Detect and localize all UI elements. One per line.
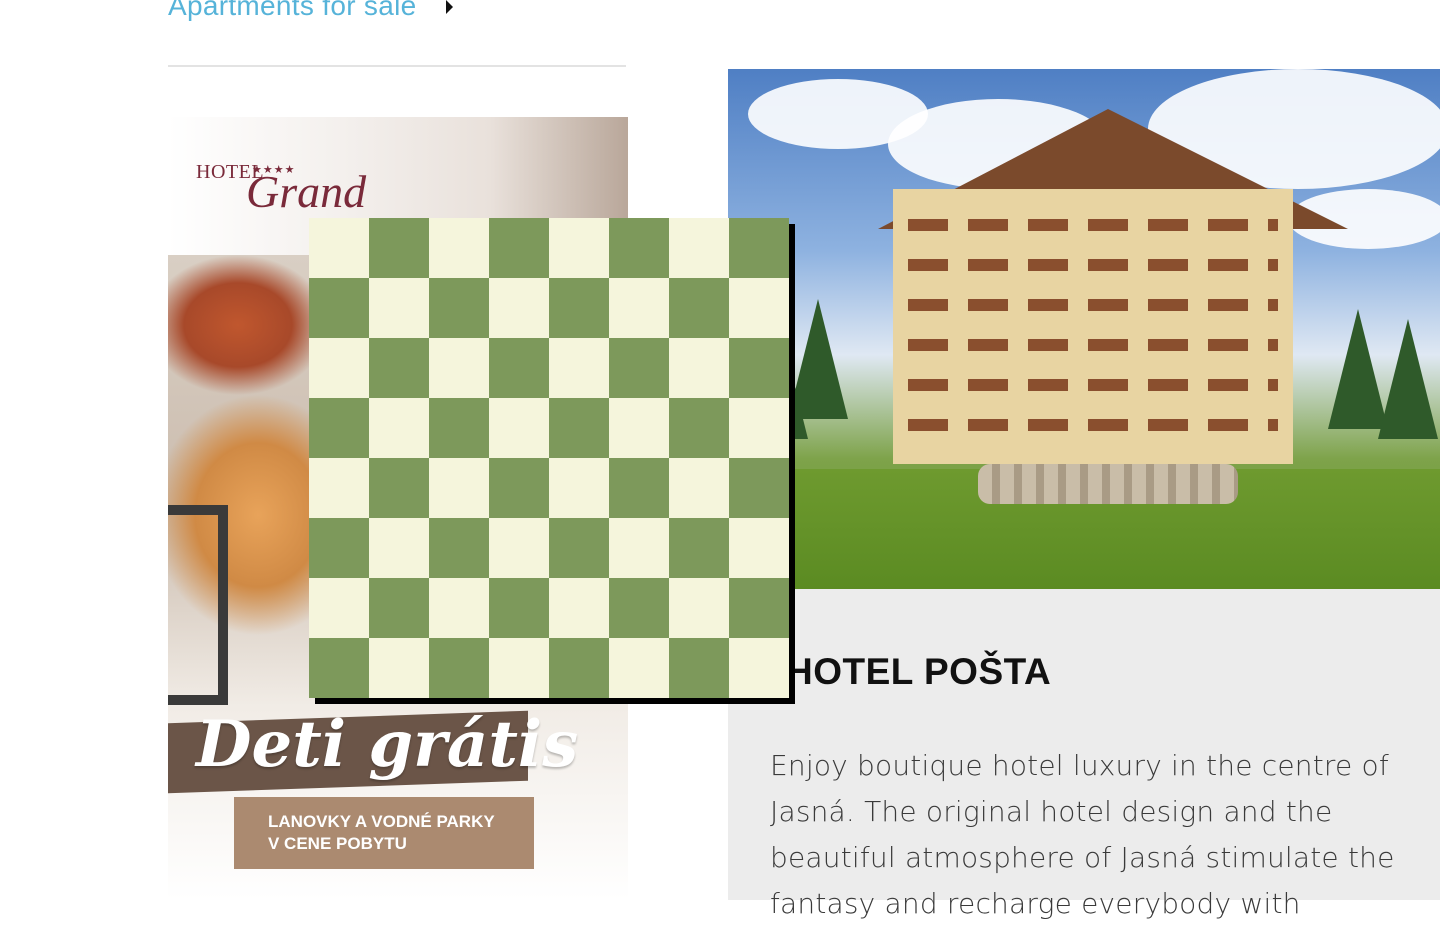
board-square [729, 338, 789, 398]
board-square [309, 218, 369, 278]
caret-right-icon [446, 0, 454, 14]
board-square [369, 338, 429, 398]
board-square [729, 578, 789, 638]
board-square [369, 578, 429, 638]
board-square [669, 338, 729, 398]
board-square [369, 278, 429, 338]
board-square [429, 398, 489, 458]
board-square [549, 578, 609, 638]
board-square [309, 578, 369, 638]
board-square [609, 218, 669, 278]
board-square [429, 218, 489, 278]
board-square [669, 578, 729, 638]
board-square [669, 278, 729, 338]
board-square [429, 278, 489, 338]
board-square [609, 578, 669, 638]
board-square [489, 518, 549, 578]
board-square [669, 638, 729, 698]
board-square [489, 338, 549, 398]
board-square [309, 638, 369, 698]
board-square [489, 218, 549, 278]
board-square [729, 638, 789, 698]
apartments-for-sale-link[interactable]: Apartments for sale [168, 0, 454, 22]
hotel-photo [728, 69, 1440, 589]
nav-divider [168, 65, 626, 67]
board-square [489, 458, 549, 518]
headboard [168, 505, 228, 705]
board-square [369, 218, 429, 278]
board-square [609, 518, 669, 578]
board-square [609, 638, 669, 698]
board-square [669, 218, 729, 278]
board-square [369, 638, 429, 698]
board-square [669, 518, 729, 578]
hotel-grand-logo: HOTEL ★★★★ Grand [196, 155, 366, 225]
logo-name: Grand [246, 166, 367, 217]
board-square [549, 458, 609, 518]
board-square [609, 398, 669, 458]
board-square [549, 278, 609, 338]
board-square [309, 398, 369, 458]
board-square [429, 638, 489, 698]
promo-headline: Deti grátis [196, 707, 579, 782]
board-square [489, 278, 549, 338]
board-square [729, 398, 789, 458]
board-square [309, 518, 369, 578]
promo-subline: LANOVKY A VODNÉ PARKY V CENE POBYTU [268, 811, 495, 855]
board-square [549, 338, 609, 398]
board-square [369, 398, 429, 458]
board-square [309, 278, 369, 338]
board-square [309, 458, 369, 518]
promo-subline-1: LANOVKY A VODNÉ PARKY [268, 812, 495, 831]
board-square [549, 638, 609, 698]
board-square [429, 578, 489, 638]
board-square [609, 458, 669, 518]
hotel-description: Enjoy boutique hotel luxury in the centr… [770, 749, 1395, 920]
promo-subline-2: V CENE POBYTU [268, 834, 407, 853]
board-square [369, 518, 429, 578]
board-square [609, 338, 669, 398]
board-square [549, 398, 609, 458]
board-square [309, 338, 369, 398]
hotel-card[interactable]: HOTEL POŠTA Enjoy boutique hotel luxury … [728, 69, 1440, 920]
board-square [429, 338, 489, 398]
board-square [549, 518, 609, 578]
board-square [729, 218, 789, 278]
checkerboard [309, 218, 789, 698]
board-square [729, 278, 789, 338]
board-square [429, 518, 489, 578]
board-square [369, 458, 429, 518]
board-square [489, 578, 549, 638]
apartments-for-sale-label: Apartments for sale [168, 0, 417, 21]
board-square [669, 458, 729, 518]
board-square [669, 398, 729, 458]
hotel-title: HOTEL POŠTA [786, 651, 1052, 692]
board-square [549, 218, 609, 278]
board-square [489, 398, 549, 458]
board-square [429, 458, 489, 518]
board-square [729, 518, 789, 578]
board-square [729, 458, 789, 518]
board-square [609, 278, 669, 338]
board-square [489, 638, 549, 698]
